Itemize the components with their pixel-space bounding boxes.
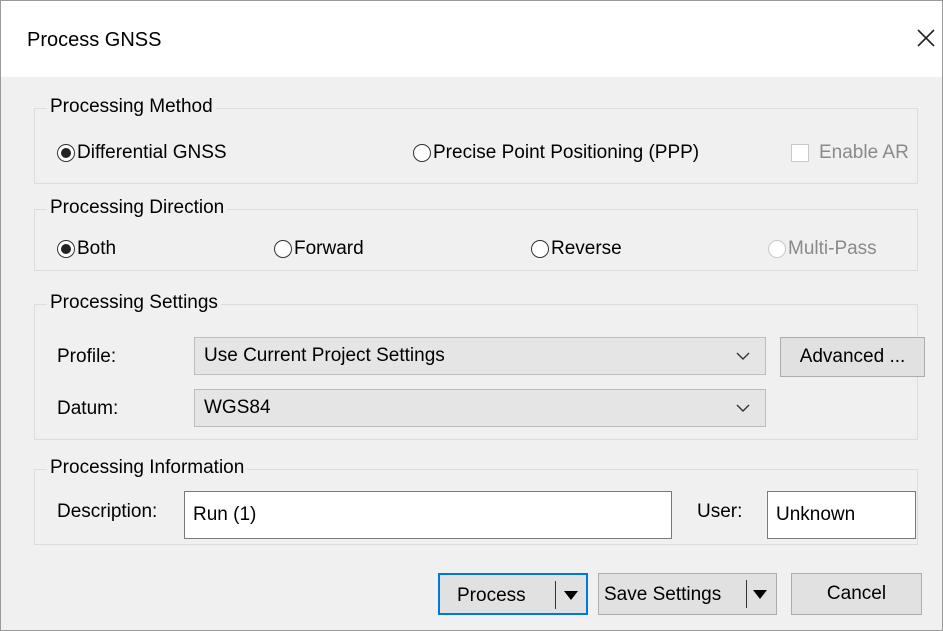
profile-select-value: Use Current Project Settings — [204, 345, 445, 366]
radio-multi-pass[interactable]: Multi-Pass — [768, 238, 877, 260]
chevron-down-icon — [736, 404, 750, 412]
radio-indicator — [768, 240, 786, 258]
radio-indicator — [531, 240, 549, 258]
save-settings-button-label: Save Settings — [604, 584, 722, 605]
processing-information-group: Processing Information Description: Run … — [34, 457, 918, 545]
split-divider — [746, 580, 747, 608]
description-input[interactable]: Run (1) — [184, 491, 672, 539]
radio-forward[interactable]: Forward — [274, 238, 364, 260]
profile-label: Profile: — [57, 346, 117, 367]
radio-ppp-label: Precise Point Positioning (PPP) — [433, 142, 700, 163]
title-bar: Process GNSS — [1, 1, 942, 77]
processing-information-legend: Processing Information — [47, 457, 248, 479]
dialog-title: Process GNSS — [27, 29, 162, 51]
radio-indicator — [57, 240, 75, 258]
processing-method-group: Processing Method Differential GNSS Prec… — [34, 96, 918, 184]
datum-label: Datum: — [57, 398, 119, 419]
checkbox-enable-ar-label: Enable AR — [819, 142, 909, 163]
profile-select[interactable]: Use Current Project Settings — [194, 337, 766, 375]
processing-method-legend: Processing Method — [47, 96, 216, 118]
checkbox-indicator — [791, 144, 809, 162]
cancel-button[interactable]: Cancel — [791, 573, 922, 615]
radio-reverse[interactable]: Reverse — [531, 238, 622, 260]
user-input-value: Unknown — [776, 504, 856, 525]
advanced-button-label: Advanced ... — [799, 346, 906, 367]
process-split-button[interactable]: Process — [438, 573, 588, 615]
checkbox-enable-ar[interactable]: Enable AR — [791, 142, 909, 164]
description-input-value: Run (1) — [193, 504, 257, 525]
radio-differential-gnss[interactable]: Differential GNSS — [57, 142, 227, 164]
user-label: User: — [697, 501, 743, 522]
datum-select[interactable]: WGS84 — [194, 389, 766, 427]
caret-down-icon[interactable] — [753, 590, 767, 599]
advanced-button[interactable]: Advanced ... — [780, 337, 925, 377]
radio-both-label: Both — [77, 238, 117, 259]
radio-multi-pass-label: Multi-Pass — [788, 238, 877, 259]
processing-direction-group: Processing Direction Both Forward Revers… — [34, 197, 918, 271]
cancel-button-label: Cancel — [826, 583, 887, 604]
close-icon[interactable] — [913, 25, 939, 51]
process-button-label: Process — [457, 585, 526, 606]
split-divider — [555, 581, 556, 609]
caret-down-icon[interactable] — [564, 591, 578, 600]
radio-reverse-label: Reverse — [551, 238, 622, 259]
process-gnss-dialog: Process GNSS Processing Method Different… — [0, 0, 943, 631]
radio-forward-label: Forward — [294, 238, 364, 259]
save-settings-split-button[interactable]: Save Settings — [598, 573, 777, 615]
radio-ppp[interactable]: Precise Point Positioning (PPP) — [413, 142, 699, 164]
chevron-down-icon — [736, 352, 750, 360]
datum-select-value: WGS84 — [204, 397, 271, 418]
processing-settings-group: Processing Settings Profile: Use Current… — [34, 292, 925, 440]
radio-both[interactable]: Both — [57, 238, 116, 260]
radio-indicator — [413, 144, 431, 162]
user-input[interactable]: Unknown — [767, 491, 916, 539]
radio-indicator — [274, 240, 292, 258]
description-label: Description: — [57, 501, 158, 522]
radio-differential-gnss-label: Differential GNSS — [77, 142, 227, 163]
radio-indicator — [57, 144, 75, 162]
processing-settings-legend: Processing Settings — [47, 292, 221, 314]
processing-direction-legend: Processing Direction — [47, 197, 228, 219]
